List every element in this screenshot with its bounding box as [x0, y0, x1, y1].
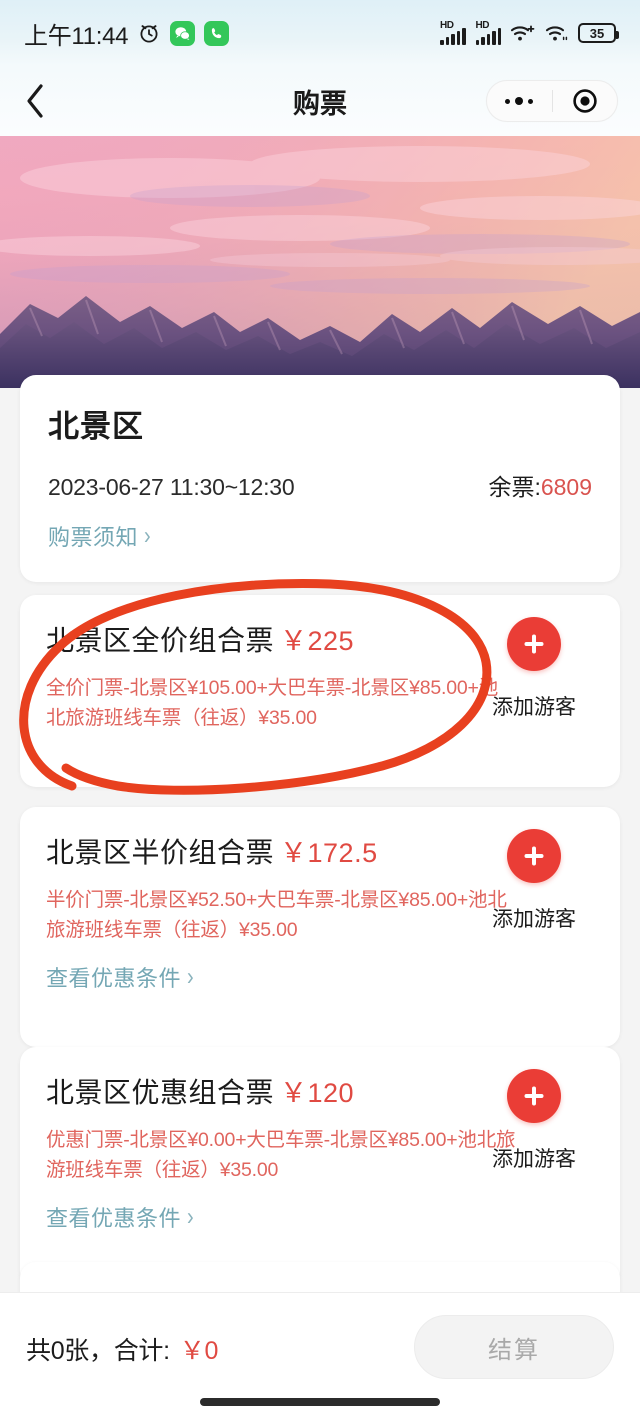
add-ticket-button[interactable]: [507, 617, 561, 671]
wifi-plus-icon: [510, 25, 535, 41]
wifi-icon: [545, 26, 568, 41]
order-summary: 共0张，合计: ￥0: [26, 1315, 218, 1367]
ticket-action-area: 添加游客: [474, 829, 594, 933]
time-slot: 2023-06-27 11:30~12:30: [48, 474, 295, 500]
plus-circle-icon: [524, 634, 544, 654]
checkout-label: 结算: [488, 1336, 540, 1364]
scenic-info-card: 北景区 2023-06-27 11:30~12:30 余票:6809 购票须知 …: [20, 375, 620, 582]
discount-condition-label: 查看优惠条件: [46, 966, 182, 992]
phone-call-icon: [204, 20, 230, 46]
order-total-amount: ￥0: [179, 1337, 219, 1365]
scenic-name: 北景区: [48, 409, 144, 444]
target-circle-icon: [573, 89, 597, 113]
bottom-checkout-bar: 共0张，合计: ￥0 结算: [0, 1292, 640, 1422]
signal-bars-icon-1: HD: [439, 20, 466, 45]
status-bar: 上午11:44 HD HD 35: [0, 0, 640, 66]
ticket-price: ￥225: [280, 626, 355, 656]
ticket-action-area: 添加游客: [474, 617, 594, 721]
ticket-description: 优惠门票-北景区¥0.00+大巴车票-北景区¥85.00+池北旅游班线车票（往返…: [46, 1129, 516, 1182]
ticket-name: 北景区全价组合票: [46, 625, 275, 656]
ticket-card[interactable]: 北景区半价组合票 ￥172.5 半价门票-北景区¥52.50+大巴车票-北景区¥…: [20, 807, 620, 1047]
ticket-action-area: 添加游客: [474, 1069, 594, 1173]
ticket-price: ￥120: [280, 1078, 355, 1108]
chevron-right-icon: ›: [187, 1203, 195, 1231]
ticket-card[interactable]: 北景区优惠组合票 ￥120 优惠门票-北景区¥0.00+大巴车票-北景区¥85.…: [20, 1047, 620, 1287]
hd-label-1: HD: [440, 20, 454, 31]
app-screen: 上午11:44 HD HD 35 购票 北景区 2023-06-27 11:30…: [0, 0, 640, 1422]
home-indicator: [200, 1398, 440, 1406]
add-ticket-button[interactable]: [507, 829, 561, 883]
more-dots-icon: [505, 97, 534, 105]
ticket-description: 半价门票-北景区¥52.50+大巴车票-北景区¥85.00+池北旅游班线车票（往…: [46, 889, 507, 942]
chevron-right-icon: ›: [144, 521, 152, 550]
chevron-right-icon: ›: [187, 963, 195, 991]
battery-level: 35: [589, 25, 605, 41]
signal-bars-icon-2: HD: [475, 20, 501, 45]
status-bar-right: HD HD 35: [439, 20, 619, 45]
ticket-name: 北景区半价组合票: [46, 837, 275, 868]
plus-circle-icon: [524, 846, 544, 866]
info-row: 2023-06-27 11:30~12:30 余票:6809: [48, 468, 592, 502]
add-guest-label[interactable]: 添加游客: [492, 903, 576, 933]
remaining-tickets: 余票:6809: [488, 468, 592, 502]
remaining-label: 余票:: [488, 474, 541, 500]
navigation-bar: 购票: [0, 66, 640, 136]
plus-circle-icon: [524, 1086, 544, 1106]
discount-condition-label: 查看优惠条件: [46, 1206, 182, 1232]
order-count-label: 共0张，合计:: [26, 1337, 170, 1365]
add-ticket-button[interactable]: [507, 1069, 561, 1123]
purchase-notice-link[interactable]: 购票须知 ›: [48, 520, 151, 552]
purchase-notice-label: 购票须知: [48, 525, 139, 550]
add-guest-label[interactable]: 添加游客: [492, 691, 576, 721]
discount-condition-link[interactable]: 查看优惠条件 ›: [46, 1201, 194, 1233]
discount-condition-link[interactable]: 查看优惠条件 ›: [46, 961, 194, 993]
ticket-price: ￥172.5: [280, 838, 378, 868]
capsule-close-button[interactable]: [553, 81, 618, 121]
miniprogram-capsule: [486, 80, 618, 122]
alarm-clock-icon: [140, 25, 158, 43]
add-guest-label[interactable]: 添加游客: [492, 1143, 576, 1173]
wechat-icon: [170, 20, 196, 46]
status-time: 上午11:44: [24, 22, 129, 50]
scroll-content[interactable]: 北景区 2023-06-27 11:30~12:30 余票:6809 购票须知 …: [0, 136, 640, 1308]
ticket-description: 全价门票-北景区¥105.00+大巴车票-北景区¥85.00+池北旅游班线车票（…: [46, 677, 498, 730]
status-bar-left: 上午11:44: [24, 16, 230, 51]
remaining-count: 6809: [540, 474, 592, 500]
checkout-button[interactable]: 结算: [414, 1315, 614, 1379]
battery-icon: 35: [578, 23, 619, 43]
capsule-more-button[interactable]: [487, 81, 552, 121]
hd-label-2: HD: [475, 20, 490, 31]
ticket-card[interactable]: 北景区全价组合票 ￥225 全价门票-北景区¥105.00+大巴车票-北景区¥8…: [20, 595, 620, 787]
ticket-name: 北景区优惠组合票: [46, 1077, 275, 1108]
